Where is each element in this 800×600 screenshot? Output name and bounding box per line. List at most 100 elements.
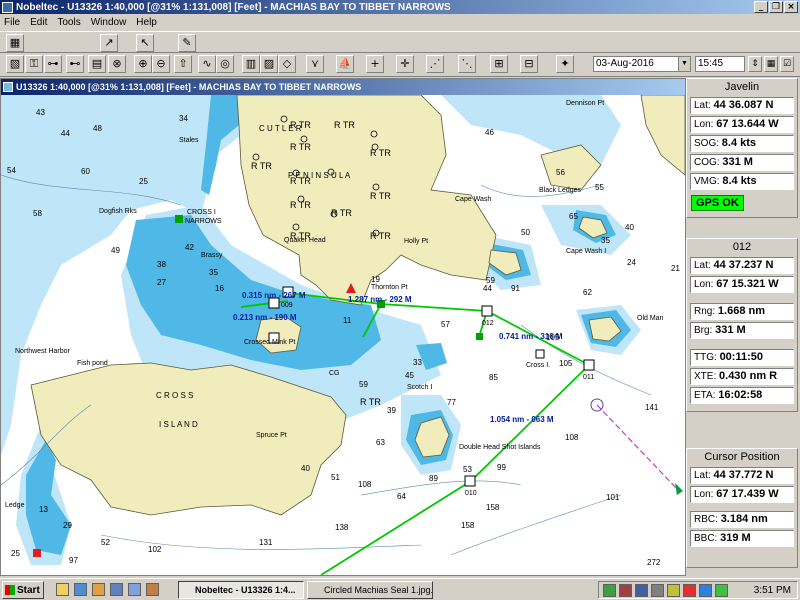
sounding: 105 [546,333,560,342]
open-chart-icon[interactable]: ▧ [6,55,24,73]
layers-icon[interactable]: ▥ [242,55,260,73]
vector-icon[interactable]: ⋎ [306,55,324,73]
folder-icon[interactable] [92,583,105,596]
place-label: Cape Wash I [566,248,606,255]
app-title-bar: Nobeltec - U13326 1:40,000 [@31% 1:131,0… [0,0,800,14]
menu-help[interactable]: Help [136,17,157,28]
time-field[interactable]: 15:45 [695,56,745,72]
grid-icon[interactable]: ▤ [88,55,106,73]
place-label: Old Man [637,315,664,322]
vmg-field: VMG: 8.4 kts [690,173,794,190]
rtr-label: R TR [251,161,272,171]
network-icon[interactable]: ⊷ [66,55,84,73]
measure-icon[interactable]: ↖ [136,34,154,52]
tray-icon[interactable] [699,584,712,597]
chart-icon[interactable]: ▦ [6,34,24,52]
sounding: 33 [413,358,422,367]
sounding: 97 [69,556,78,565]
app-launch-icon[interactable] [146,583,159,596]
add-mark-icon[interactable]: ✛ [396,55,414,73]
stop-icon[interactable]: ⊗ [108,55,126,73]
sounding: 29 [63,521,72,530]
add-waypoint-icon[interactable]: + [366,55,384,73]
task-image-viewer[interactable]: Circled Machias Seal 1.jpg... [307,581,433,599]
chevron-down-icon[interactable]: ▼ [678,57,690,71]
route-edit-icon[interactable]: ⋱ [458,55,476,73]
waypoint-lon: 67 15.321 W [716,278,779,290]
cog-field: COG: 331 M [690,154,794,171]
close-button[interactable]: × [784,1,798,13]
sounding: 40 [301,464,310,473]
cursor-lon: 67 17.439 W [716,488,779,500]
start-button[interactable]: Start [2,581,44,599]
tray-icon[interactable] [651,584,664,597]
tray-icon[interactable] [635,584,648,597]
waypoint-label: 009 [281,302,293,309]
tray-icon[interactable] [683,584,696,597]
boat-icon[interactable]: ⛵ [336,55,354,73]
land-label-cross-i: CROSS I [187,209,216,216]
vessel-lon: 67 13.644 W [716,118,779,130]
menu-window[interactable]: Window [91,17,127,28]
sounding: 43 [36,108,45,117]
vessel-panel: Javelin Lat: 44 36.087 N Lon: 67 13.644 … [686,78,798,218]
sounding: 24 [627,258,636,267]
rtr-label: R TR [360,397,381,407]
pointer-icon[interactable]: ⇧ [174,55,192,73]
route-icon[interactable]: ↗ [100,34,118,52]
sounding: 63 [376,438,385,447]
chart-window: U13326 1:40,000 [@31% 1:131,008] [Feet] … [0,78,686,576]
task-nobeltec[interactable]: Nobeltec - U13326 1:4... [178,581,304,599]
route-draw-icon[interactable]: ⋰ [426,55,444,73]
pencil-icon[interactable]: ✎ [178,34,196,52]
chart-title-bar: U13326 1:40,000 [@31% 1:131,008] [Feet] … [1,79,685,95]
spinner-icon[interactable]: ⇕ [748,56,762,72]
chart-canvas[interactable]: C U T L E R P E N I N S U L A C R O S S … [1,94,685,575]
overlay-icon[interactable]: ▨ [260,55,278,73]
nautical-chart[interactable]: C U T L E R P E N I N S U L A C R O S S … [1,94,685,575]
restore-button[interactable]: ❐ [769,1,783,13]
quick-launch-icon[interactable] [128,583,141,596]
table-icon[interactable]: ⊞ [490,55,508,73]
tray-icon[interactable] [667,584,680,597]
date-select[interactable]: 03-Aug-2016 ▼ [593,56,691,72]
sounding: 19 [371,275,380,284]
place-label: Cape Wash [455,196,491,203]
menu-file[interactable]: File [4,17,20,28]
track-icon[interactable]: ∿ [198,55,216,73]
browser-icon[interactable] [110,583,123,596]
place-label: Scotch I [407,384,432,391]
split-icon[interactable]: ⊟ [520,55,538,73]
zoom-out-icon[interactable]: ⊖ [152,55,170,73]
lock-icon[interactable]: ⚿ [25,55,43,73]
checkbox-icon[interactable]: ☑ [780,56,794,72]
cursor-panel-title: Cursor Position [704,451,780,463]
menu-tools[interactable]: Tools [57,17,80,28]
bbc-field: BBC: 319 M [690,530,794,547]
eta-field: ETA: 16:02:58 [690,387,794,404]
hierarchy-icon[interactable]: ⊶ [44,55,62,73]
rtr-label: R TR [290,142,311,152]
zoom-in-icon[interactable]: ⊕ [134,55,152,73]
sounding: 108 [358,480,372,489]
tray-icon[interactable] [603,584,616,597]
route-leg-label: 1.287 nm - 292 M [348,295,412,304]
tray-icon[interactable] [715,584,728,597]
sounding: 39 [387,406,396,415]
minimize-button[interactable]: _ [754,1,768,13]
target-icon[interactable]: ◎ [216,55,234,73]
cursor-lat: 44 37.772 N [713,469,774,481]
window-controls: _ ❐ × [754,1,798,13]
vessel-lat: 44 36.087 N [713,99,774,111]
tray-icon[interactable] [619,584,632,597]
sounding: 35 [209,268,218,277]
sounding: 101 [606,493,620,502]
diamond-icon[interactable]: ◇ [278,55,296,73]
desktop-icon[interactable] [56,583,69,596]
explorer-icon[interactable] [74,583,87,596]
menu-edit[interactable]: Edit [30,17,47,28]
calendar-icon[interactable]: ▦ [764,56,778,72]
sounding: 38 [157,260,166,269]
fix-icon[interactable]: ✦ [556,55,574,73]
place-label: Dennison Pt [566,100,604,107]
